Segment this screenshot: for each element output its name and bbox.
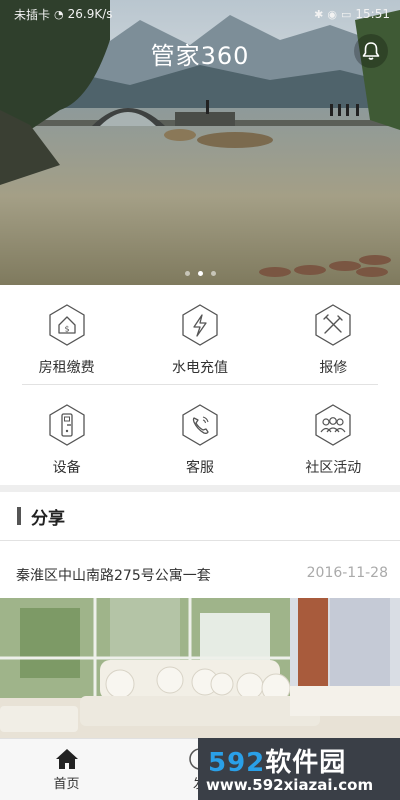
hero-banner[interactable]: 未插卡 ◔ 26.9K/s ✱ ◉ ▭ 15:51 管家360 — [0, 0, 400, 285]
carousel-indicator — [0, 271, 400, 276]
network-speed: 26.9K/s — [67, 7, 113, 21]
service-community-events[interactable]: 社区活动 — [267, 385, 400, 485]
share-list-item[interactable]: 秦淮区中山南路275号公寓一套 2016-11-28 — [0, 555, 400, 595]
watermark-name: 软件园 — [265, 748, 347, 778]
house-money-icon: $ — [49, 304, 85, 346]
service-devices[interactable]: 设备 — [0, 385, 133, 485]
carrier-text: 未插卡 — [14, 7, 51, 22]
share-item-date: 2016-11-28 — [306, 565, 388, 581]
services-grid: $ 房租缴费 水电充值 报修 设备 客服 社区活动 — [0, 285, 400, 485]
section-accent-bar — [17, 507, 21, 525]
home-icon — [55, 749, 78, 769]
watermark-url: www.592xiazai.com — [206, 776, 374, 794]
section-gap — [0, 485, 400, 492]
service-rent-payment[interactable]: $ 房租缴费 — [0, 285, 133, 385]
service-label: 设备 — [52, 460, 81, 476]
service-label: 社区活动 — [305, 460, 362, 476]
notification-button[interactable] — [354, 34, 388, 68]
door-lock-icon — [49, 404, 85, 446]
service-utility-recharge[interactable]: 水电充值 — [133, 285, 266, 385]
service-repair[interactable]: 报修 — [267, 285, 400, 385]
service-label: 客服 — [185, 460, 214, 476]
site-watermark: 592软件园 www.592xiazai.com — [198, 738, 400, 800]
apartment-photo[interactable] — [0, 598, 400, 738]
carousel-dot-active[interactable] — [197, 271, 203, 276]
tools-icon — [315, 304, 351, 346]
wifi-icon: ◔ — [54, 7, 64, 21]
share-item-title: 秦淮区中山南路275号公寓一套 — [16, 568, 211, 584]
carousel-dot[interactable] — [184, 271, 190, 276]
carousel-dot[interactable] — [210, 271, 216, 276]
divider — [0, 540, 400, 541]
lightning-icon — [182, 304, 218, 346]
battery-icon: ▭ — [341, 7, 352, 21]
service-label: 水电充值 — [171, 360, 228, 376]
service-label: 报修 — [319, 360, 348, 376]
app-title: 管家360 — [150, 42, 250, 70]
clock-time: 15:51 — [355, 7, 390, 21]
service-label: 房租缴费 — [38, 360, 95, 376]
phone-icon — [182, 404, 218, 446]
people-icon — [315, 404, 351, 446]
bell-icon — [362, 42, 380, 60]
watermark-number: 592 — [208, 748, 266, 778]
tab-label: 首页 — [53, 777, 80, 792]
bluetooth-icon: ✱ — [314, 7, 324, 21]
apartment-image — [0, 598, 400, 738]
share-title: 分享 — [31, 508, 65, 529]
status-bar: 未插卡 ◔ 26.9K/s ✱ ◉ ▭ 15:51 — [0, 0, 400, 28]
share-section-header: 分享 — [0, 492, 400, 540]
svg-text:$: $ — [64, 325, 69, 334]
tab-home[interactable]: 首页 — [0, 739, 133, 800]
watermark-brand: 592软件园 — [208, 742, 346, 779]
service-customer-support[interactable]: 客服 — [133, 385, 266, 485]
location-icon: ◉ — [327, 7, 337, 21]
